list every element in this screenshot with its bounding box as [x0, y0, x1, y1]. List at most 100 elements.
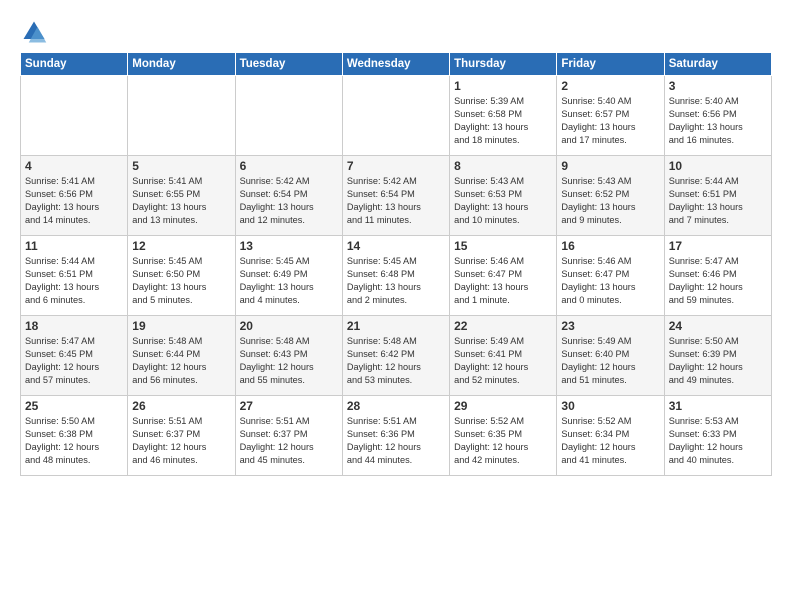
day-number: 2 — [561, 79, 659, 93]
day-cell: 14Sunrise: 5:45 AMSunset: 6:48 PMDayligh… — [342, 236, 449, 316]
day-cell: 22Sunrise: 5:49 AMSunset: 6:41 PMDayligh… — [450, 316, 557, 396]
cell-text: Sunrise: 5:45 AM — [132, 255, 230, 268]
day-cell: 3Sunrise: 5:40 AMSunset: 6:56 PMDaylight… — [664, 76, 771, 156]
day-number: 25 — [25, 399, 123, 413]
cell-text: and 48 minutes. — [25, 454, 123, 467]
cell-text: and 7 minutes. — [669, 214, 767, 227]
cell-text: and 5 minutes. — [132, 294, 230, 307]
cell-text: Sunrise: 5:51 AM — [347, 415, 445, 428]
day-cell: 21Sunrise: 5:48 AMSunset: 6:42 PMDayligh… — [342, 316, 449, 396]
cell-text: and 55 minutes. — [240, 374, 338, 387]
cell-text: and 46 minutes. — [132, 454, 230, 467]
cell-text: Sunset: 6:45 PM — [25, 348, 123, 361]
cell-text: Sunset: 6:37 PM — [132, 428, 230, 441]
cell-text: Sunrise: 5:49 AM — [561, 335, 659, 348]
cell-text: Sunrise: 5:48 AM — [347, 335, 445, 348]
day-number: 27 — [240, 399, 338, 413]
cell-text: Sunset: 6:49 PM — [240, 268, 338, 281]
col-header-saturday: Saturday — [664, 53, 771, 76]
cell-text: Sunrise: 5:52 AM — [454, 415, 552, 428]
day-number: 10 — [669, 159, 767, 173]
day-cell: 11Sunrise: 5:44 AMSunset: 6:51 PMDayligh… — [21, 236, 128, 316]
day-cell: 9Sunrise: 5:43 AMSunset: 6:52 PMDaylight… — [557, 156, 664, 236]
cell-text: Sunrise: 5:51 AM — [132, 415, 230, 428]
cell-text: Sunset: 6:56 PM — [25, 188, 123, 201]
cell-text: Sunrise: 5:42 AM — [347, 175, 445, 188]
cell-text: and 42 minutes. — [454, 454, 552, 467]
col-header-friday: Friday — [557, 53, 664, 76]
cell-text: and 49 minutes. — [669, 374, 767, 387]
cell-text: Sunrise: 5:41 AM — [132, 175, 230, 188]
cell-text: Sunset: 6:43 PM — [240, 348, 338, 361]
day-cell: 17Sunrise: 5:47 AMSunset: 6:46 PMDayligh… — [664, 236, 771, 316]
cell-text: Sunset: 6:56 PM — [669, 108, 767, 121]
calendar-table: SundayMondayTuesdayWednesdayThursdayFrid… — [20, 52, 772, 476]
cell-text: Sunset: 6:39 PM — [669, 348, 767, 361]
cell-text: and 41 minutes. — [561, 454, 659, 467]
day-cell: 15Sunrise: 5:46 AMSunset: 6:47 PMDayligh… — [450, 236, 557, 316]
cell-text: and 1 minute. — [454, 294, 552, 307]
day-cell — [128, 76, 235, 156]
day-cell: 31Sunrise: 5:53 AMSunset: 6:33 PMDayligh… — [664, 396, 771, 476]
cell-text: Sunrise: 5:44 AM — [25, 255, 123, 268]
cell-text: Daylight: 13 hours — [347, 281, 445, 294]
day-number: 9 — [561, 159, 659, 173]
col-header-sunday: Sunday — [21, 53, 128, 76]
cell-text: Daylight: 12 hours — [240, 361, 338, 374]
cell-text: and 16 minutes. — [669, 134, 767, 147]
day-cell: 24Sunrise: 5:50 AMSunset: 6:39 PMDayligh… — [664, 316, 771, 396]
cell-text: Sunrise: 5:49 AM — [454, 335, 552, 348]
cell-text: Sunset: 6:47 PM — [454, 268, 552, 281]
cell-text: Daylight: 13 hours — [454, 281, 552, 294]
cell-text: Daylight: 13 hours — [669, 201, 767, 214]
day-cell: 18Sunrise: 5:47 AMSunset: 6:45 PMDayligh… — [21, 316, 128, 396]
cell-text: Daylight: 12 hours — [25, 441, 123, 454]
day-number: 29 — [454, 399, 552, 413]
cell-text: and 53 minutes. — [347, 374, 445, 387]
day-number: 13 — [240, 239, 338, 253]
cell-text: Sunset: 6:41 PM — [454, 348, 552, 361]
day-cell: 4Sunrise: 5:41 AMSunset: 6:56 PMDaylight… — [21, 156, 128, 236]
day-number: 20 — [240, 319, 338, 333]
cell-text: and 51 minutes. — [561, 374, 659, 387]
day-cell: 7Sunrise: 5:42 AMSunset: 6:54 PMDaylight… — [342, 156, 449, 236]
day-number: 30 — [561, 399, 659, 413]
day-cell: 19Sunrise: 5:48 AMSunset: 6:44 PMDayligh… — [128, 316, 235, 396]
col-header-thursday: Thursday — [450, 53, 557, 76]
cell-text: Daylight: 12 hours — [25, 361, 123, 374]
cell-text: and 52 minutes. — [454, 374, 552, 387]
day-number: 17 — [669, 239, 767, 253]
day-number: 8 — [454, 159, 552, 173]
col-header-tuesday: Tuesday — [235, 53, 342, 76]
cell-text: Daylight: 12 hours — [347, 361, 445, 374]
day-cell: 1Sunrise: 5:39 AMSunset: 6:58 PMDaylight… — [450, 76, 557, 156]
cell-text: Sunset: 6:37 PM — [240, 428, 338, 441]
cell-text: Daylight: 13 hours — [669, 121, 767, 134]
day-number: 7 — [347, 159, 445, 173]
cell-text: Daylight: 13 hours — [25, 281, 123, 294]
cell-text: Sunset: 6:54 PM — [347, 188, 445, 201]
cell-text: and 13 minutes. — [132, 214, 230, 227]
cell-text: Sunrise: 5:50 AM — [25, 415, 123, 428]
day-number: 11 — [25, 239, 123, 253]
day-number: 26 — [132, 399, 230, 413]
cell-text: and 45 minutes. — [240, 454, 338, 467]
cell-text: Sunrise: 5:48 AM — [132, 335, 230, 348]
cell-text: and 0 minutes. — [561, 294, 659, 307]
cell-text: Daylight: 13 hours — [240, 201, 338, 214]
cell-text: Sunset: 6:55 PM — [132, 188, 230, 201]
cell-text: Daylight: 13 hours — [454, 121, 552, 134]
cell-text: Sunrise: 5:46 AM — [454, 255, 552, 268]
cell-text: Sunrise: 5:53 AM — [669, 415, 767, 428]
day-number: 14 — [347, 239, 445, 253]
day-number: 21 — [347, 319, 445, 333]
day-cell: 8Sunrise: 5:43 AMSunset: 6:53 PMDaylight… — [450, 156, 557, 236]
day-number: 6 — [240, 159, 338, 173]
day-number: 19 — [132, 319, 230, 333]
cell-text: Daylight: 12 hours — [347, 441, 445, 454]
cell-text: Sunset: 6:38 PM — [25, 428, 123, 441]
day-cell: 30Sunrise: 5:52 AMSunset: 6:34 PMDayligh… — [557, 396, 664, 476]
header — [20, 18, 772, 46]
col-header-wednesday: Wednesday — [342, 53, 449, 76]
day-number: 16 — [561, 239, 659, 253]
